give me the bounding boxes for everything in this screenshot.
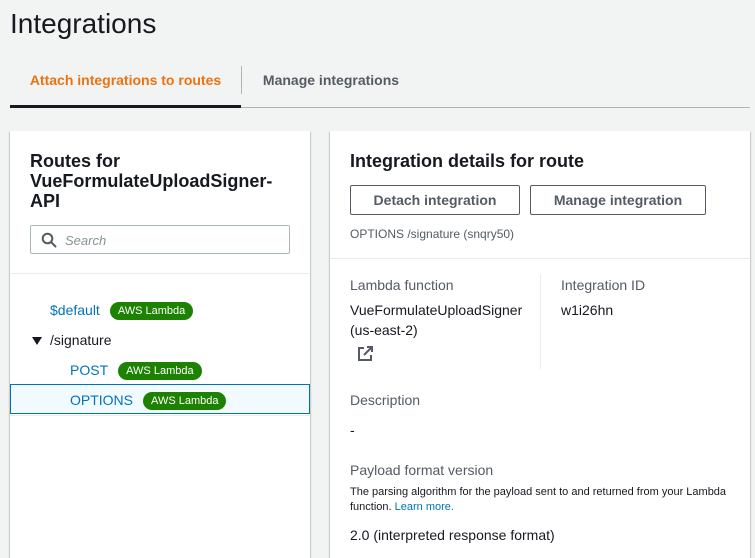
- integration-details-panel: Integration details for route Detach int…: [330, 131, 750, 558]
- route-label[interactable]: POST: [70, 362, 108, 378]
- lambda-function-name: VueFormulateUploadSigner: [350, 302, 523, 318]
- integration-badge: AWS Lambda: [143, 392, 227, 411]
- search-input[interactable]: [65, 230, 285, 250]
- tab-attach-integrations[interactable]: Attach integrations to routes: [10, 60, 241, 108]
- integration-badge: AWS Lambda: [118, 362, 202, 381]
- route-default[interactable]: $default AWS Lambda: [50, 295, 194, 325]
- route-group-label: /signature: [50, 332, 112, 348]
- route-identifier: OPTIONS /signature (snqry50): [350, 227, 515, 241]
- learn-more-link[interactable]: Learn more.: [395, 501, 454, 513]
- payload-format-label: Payload format version: [350, 462, 494, 478]
- route-post[interactable]: POST AWS Lambda: [70, 355, 202, 385]
- route-group-signature[interactable]: /signature: [32, 325, 111, 355]
- description-value: -: [350, 422, 355, 438]
- detach-integration-button[interactable]: Detach integration: [350, 185, 520, 215]
- search-box[interactable]: [30, 225, 290, 254]
- column-divider: [540, 274, 541, 369]
- search-icon: [41, 232, 57, 248]
- integration-id-value: w1i26hn: [561, 302, 614, 318]
- integration-id-label: Integration ID: [561, 277, 646, 293]
- tree-divider: [10, 273, 310, 274]
- external-link-icon[interactable]: [357, 346, 373, 362]
- lambda-function-label: Lambda function: [350, 277, 454, 293]
- routes-panel-title: Routes for VueFormulateUploadSigner-API: [30, 151, 273, 211]
- details-panel-title: Integration details for route: [350, 151, 585, 171]
- route-label[interactable]: OPTIONS: [70, 392, 133, 408]
- manage-integration-button[interactable]: Manage integration: [530, 185, 706, 215]
- integration-badge: AWS Lambda: [109, 302, 194, 321]
- route-options[interactable]: OPTIONS AWS Lambda: [70, 385, 227, 415]
- payload-format-value: 2.0 (interpreted response format): [350, 527, 555, 543]
- details-divider: [330, 258, 750, 259]
- route-label[interactable]: $default: [50, 302, 100, 318]
- payload-format-help: The parsing algorithm for the payload se…: [350, 485, 740, 515]
- tree-divider: [10, 415, 310, 416]
- tab-manage-integrations[interactable]: Manage integrations: [242, 60, 420, 108]
- routes-panel: Routes for VueFormulateUploadSigner-API …: [10, 131, 310, 558]
- description-label: Description: [350, 392, 421, 408]
- caret-down-icon[interactable]: [32, 337, 42, 346]
- tab-bar: Attach integrations to routes Manage int…: [10, 60, 750, 108]
- lambda-function-region: (us-east-2): [350, 322, 418, 338]
- page-title: Integrations: [10, 8, 157, 39]
